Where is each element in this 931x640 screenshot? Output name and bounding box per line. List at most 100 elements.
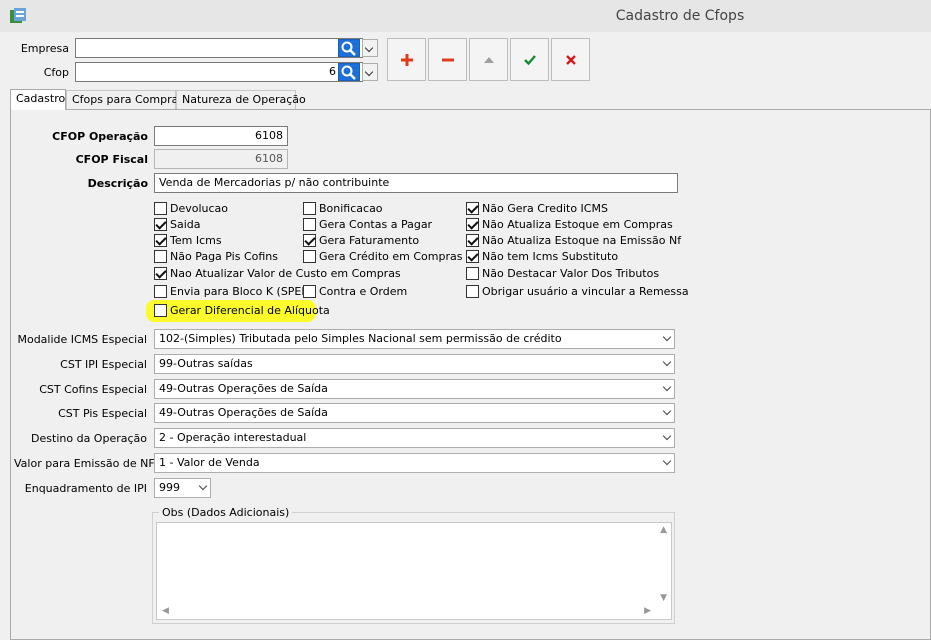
cfop-dropdown-button[interactable] [362, 63, 378, 81]
confirm-button[interactable] [510, 38, 549, 81]
checkbox-gera-faturamento[interactable] [303, 234, 316, 247]
checkbox-label: Nao Atualizar Valor de Custo em Compras [170, 267, 401, 280]
chevron-down-icon [662, 357, 672, 367]
chevron-down-icon [198, 481, 208, 491]
select-value: 1 - Valor de Venda [159, 456, 260, 469]
checkbox-nao-destacar-tributos[interactable] [466, 267, 479, 280]
chevron-down-icon [662, 431, 672, 441]
checkbox-gerar-diferencial-aliquota[interactable] [154, 304, 167, 317]
chevron-down-icon [662, 332, 672, 342]
checkbox-nao-paga-pis-cofins[interactable] [154, 250, 167, 263]
x-icon [566, 55, 576, 65]
empresa-input[interactable] [75, 38, 363, 58]
obs-group: Obs (Dados Adicionais) ▲ ▼ ◀ ▶ [152, 506, 675, 624]
cfop-operacao-label: CFOP Operação [52, 130, 148, 143]
cancel-button[interactable] [551, 38, 590, 81]
modalidade-icms-label: Modalide ICMS Especial [17, 333, 147, 346]
select-value: 999 [159, 481, 180, 494]
select-value: 2 - Operação interestadual [159, 431, 307, 444]
tab-cadastro[interactable]: Cadastro [10, 89, 66, 110]
chevron-down-icon [662, 406, 672, 416]
scroll-right-icon[interactable]: ▶ [644, 606, 651, 616]
checkbox-label: Gera Faturamento [319, 234, 420, 247]
checkbox-gera-contas-pagar[interactable] [303, 218, 316, 231]
cst-pis-select[interactable]: 49-Outras Operações de Saída [154, 403, 675, 423]
move-up-button[interactable] [469, 38, 508, 81]
triangle-up-icon [484, 57, 494, 63]
cfop-operacao-input[interactable]: 6108 [154, 126, 288, 146]
checkbox-label: Devolucao [170, 202, 229, 215]
checkbox-label: Gerar Diferencial de Alíquota [170, 304, 330, 317]
descricao-input[interactable]: Venda de Mercadorias p/ não contribuinte [154, 173, 678, 193]
cfop-search-button[interactable] [338, 63, 360, 81]
valor-emissao-nf-label: Valor para Emissão de NF [14, 457, 155, 470]
checkbox-label: Não Atualiza Estoque na Emissão Nf [482, 234, 682, 247]
checkbox-nao-atualiza-estoque-compras[interactable] [466, 218, 479, 231]
cst-ipi-select[interactable]: 99-Outras saídas [154, 354, 675, 374]
remove-button[interactable] [428, 38, 467, 81]
destino-operacao-label: Destino da Operação [31, 432, 147, 445]
checkbox-label: Não Paga Pis Cofins [170, 250, 279, 263]
scroll-up-icon[interactable]: ▲ [660, 525, 667, 535]
checkbox-obrigar-vincular-remessa[interactable] [466, 285, 479, 298]
checkbox-label: Não Atualiza Estoque em Compras [482, 218, 673, 231]
empresa-label: Empresa [20, 42, 69, 55]
tab-natureza-de-operacao[interactable]: Natureza de Operação [176, 90, 306, 110]
window-title: Cadastro de Cfops [615, 8, 745, 24]
empresa-dropdown-button[interactable] [362, 39, 378, 57]
title-bar: Cadastro de Cfops [0, 0, 931, 32]
scroll-down-icon[interactable]: ▼ [660, 593, 667, 603]
checkbox-label: Não Destacar Valor Dos Tributos [482, 267, 660, 280]
chevron-down-icon [662, 456, 672, 466]
valor-emissao-nf-select[interactable]: 1 - Valor de Venda [154, 453, 675, 473]
checkbox-label: Bonificacao [319, 202, 383, 215]
checkbox-saida[interactable] [154, 218, 167, 231]
search-icon [341, 65, 356, 80]
cfop-fiscal-label: CFOP Fiscal [75, 153, 148, 166]
cfop-input[interactable]: 6 [75, 62, 363, 82]
destino-operacao-select[interactable]: 2 - Operação interestadual [154, 428, 675, 448]
obs-legend: Obs (Dados Adicionais) [159, 506, 293, 519]
select-value: 102-(Simples) Tributada pelo Simples Nac… [159, 332, 562, 345]
checkbox-nao-gera-credito-icms[interactable] [466, 202, 479, 215]
cst-ipi-label: CST IPI Especial [60, 358, 147, 371]
checkbox-nao-atualizar-custo[interactable] [154, 267, 167, 280]
checkbox-label: Tem Icms [170, 234, 222, 247]
checkbox-nao-tem-icms-substituto[interactable] [466, 250, 479, 263]
app-icon [10, 8, 26, 23]
select-value: 49-Outras Operações de Saída [159, 406, 328, 419]
checkbox-label: Saida [170, 218, 201, 231]
cfop-label: Cfop [43, 66, 69, 79]
checkbox-bonificacao[interactable] [303, 202, 316, 215]
cst-pis-label: CST Pis Especial [58, 407, 147, 420]
checkbox-gera-credito-compras[interactable] [303, 250, 316, 263]
add-button[interactable] [387, 38, 426, 81]
cfop-fiscal-input: 6108 [154, 149, 288, 169]
checkbox-label: Não tem Icms Substituto [482, 250, 619, 263]
select-value: 99-Outras saídas [159, 357, 253, 370]
search-icon [341, 41, 356, 56]
chevron-down-icon [662, 382, 672, 392]
select-value: 49-Outras Operações de Saída [159, 382, 328, 395]
checkbox-tem-icms[interactable] [154, 234, 167, 247]
checkbox-envia-bloco-k[interactable] [154, 285, 167, 298]
checkbox-label: Gera Crédito em Compras [319, 250, 463, 263]
enquadramento-ipi-select[interactable]: 999 [154, 478, 211, 498]
checkbox-contra-ordem[interactable] [303, 285, 316, 298]
enquadramento-ipi-label: Enquadramento de IPI [24, 482, 147, 495]
checkbox-label: Obrigar usuário a vincular a Remessa [482, 285, 689, 298]
modalidade-icms-select[interactable]: 102-(Simples) Tributada pelo Simples Nac… [154, 329, 675, 349]
tab-cfops-para-compras[interactable]: Cfops para Compras [66, 90, 184, 110]
empresa-search-button[interactable] [338, 39, 360, 57]
checkbox-label: Envia para Bloco K (SPED) [170, 285, 315, 298]
minus-icon [442, 58, 454, 62]
obs-textarea[interactable]: ▲ ▼ ◀ ▶ [156, 522, 672, 620]
checkbox-nao-atualiza-estoque-emissao[interactable] [466, 234, 479, 247]
cst-cofins-select[interactable]: 49-Outras Operações de Saída [154, 379, 675, 399]
checkbox-label: Não Gera Credito ICMS [482, 202, 608, 215]
plus-icon [401, 54, 413, 66]
checkbox-label: Gera Contas a Pagar [319, 218, 433, 231]
checkbox-devolucao[interactable] [154, 202, 167, 215]
cst-cofins-label: CST Cofins Especial [39, 383, 147, 396]
scroll-left-icon[interactable]: ◀ [162, 606, 169, 616]
